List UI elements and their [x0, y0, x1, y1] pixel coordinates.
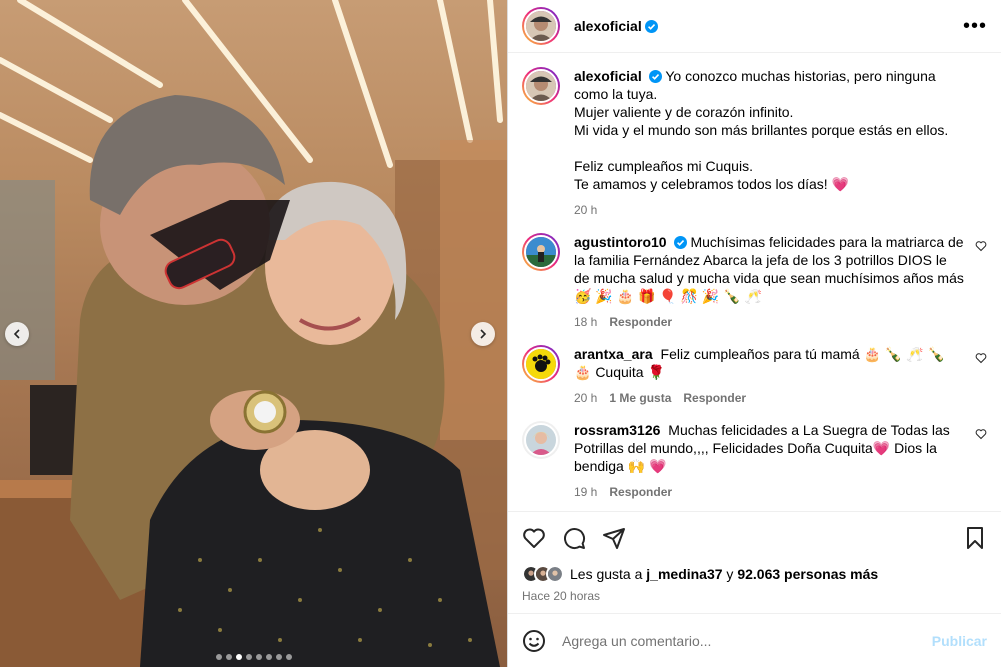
liker-avatar: [546, 565, 564, 583]
carousel-dot: [275, 654, 282, 660]
more-options-icon[interactable]: •••: [963, 15, 987, 38]
caption-avatar[interactable]: [522, 67, 560, 105]
carousel-prev-button[interactable]: [5, 322, 29, 346]
author-avatar-image: [526, 71, 556, 101]
comment-input[interactable]: Agrega un comentario...: [562, 633, 932, 649]
heart-icon[interactable]: [522, 526, 546, 550]
comment-avatar[interactable]: [522, 233, 560, 271]
caption-username[interactable]: alexoficial: [574, 68, 642, 84]
carousel-dot: [255, 654, 262, 660]
avatar[interactable]: [522, 7, 560, 45]
comment-item: agustintoro10 Muchísimas felicidades par…: [522, 233, 987, 331]
author-username[interactable]: alexoficial: [574, 18, 658, 34]
instagram-post-modal: alexoficial ••• alexoficial Yo conozco m…: [0, 0, 1001, 667]
carousel-dot: [225, 654, 232, 660]
likes-prefix: Les gusta a: [570, 566, 647, 582]
comment-icon[interactable]: [562, 526, 586, 550]
caption-time[interactable]: 20 h: [574, 201, 597, 219]
carousel-dot: [265, 654, 272, 660]
comment-username[interactable]: agustintoro10: [574, 234, 667, 250]
reply-button[interactable]: Responder: [609, 313, 672, 331]
comment-username[interactable]: rossram3126: [574, 422, 660, 438]
author-avatar-image: [526, 11, 556, 41]
comments-list[interactable]: alexoficial Yo conozco muchas historias,…: [508, 53, 1001, 511]
post-side-panel: alexoficial ••• alexoficial Yo conozco m…: [507, 0, 1001, 667]
post-timestamp[interactable]: Hace 20 horas: [508, 585, 1001, 613]
carousel-indicator: [0, 654, 507, 660]
reply-button[interactable]: Responder: [683, 389, 746, 407]
bookmark-icon[interactable]: [963, 526, 987, 550]
comment-likes[interactable]: 1 Me gusta: [609, 389, 671, 407]
comment-avatar[interactable]: [522, 421, 560, 459]
post-photo[interactable]: [0, 0, 507, 667]
photo-scene: [0, 0, 507, 667]
share-icon[interactable]: [602, 526, 626, 550]
comment-item: rossram3126 Muchas felicidades a La Sueg…: [522, 421, 987, 501]
chevron-left-icon: [13, 329, 20, 339]
reply-button[interactable]: Responder: [609, 483, 672, 501]
carousel-dot: [285, 654, 292, 660]
comment-time[interactable]: 18 h: [574, 313, 597, 331]
commenter-avatar-image: [526, 425, 556, 455]
comment-username[interactable]: arantxa_ara: [574, 346, 653, 362]
caption-line: Mujer valiente y de corazón infinito.: [574, 104, 794, 120]
verified-badge-icon: [673, 236, 687, 249]
like-comment-heart-icon[interactable]: [975, 240, 987, 252]
verified-badge-icon: [644, 20, 658, 33]
liker-username[interactable]: j_medina37: [646, 566, 722, 582]
comment-avatar[interactable]: [522, 345, 560, 383]
post-caption: alexoficial Yo conozco muchas historias,…: [522, 67, 987, 219]
chevron-right-icon: [480, 329, 487, 339]
likes-connector: y: [722, 566, 738, 582]
caption-line: Te amamos y celebramos todos los días! 💗: [574, 176, 849, 192]
carousel-dot: [215, 654, 222, 660]
caption-line: Feliz cumpleaños mi Cuquis.: [574, 158, 753, 174]
publish-button[interactable]: Publicar: [932, 633, 987, 649]
likes-count[interactable]: 92.063 personas más: [737, 566, 878, 582]
commenter-avatar-image: [526, 237, 556, 267]
like-comment-heart-icon[interactable]: [975, 428, 987, 440]
post-actions-bar: [508, 511, 1001, 563]
likes-text: Les gusta a j_medina37 y 92.063 personas…: [570, 566, 878, 582]
like-comment-heart-icon[interactable]: [975, 352, 987, 364]
post-header: alexoficial •••: [508, 0, 1001, 53]
carousel-dot: [245, 654, 252, 660]
likes-summary[interactable]: Les gusta a j_medina37 y 92.063 personas…: [508, 563, 1001, 585]
carousel-next-button[interactable]: [471, 322, 495, 346]
caption-line: Mi vida y el mundo son más brillantes po…: [574, 122, 949, 138]
add-comment-bar: Agrega un comentario... Publicar: [508, 613, 1001, 667]
comment-time[interactable]: 19 h: [574, 483, 597, 501]
emoji-icon[interactable]: [522, 629, 546, 653]
verified-badge-icon: [648, 70, 662, 83]
carousel-dot: [235, 654, 242, 660]
author-name[interactable]: alexoficial: [574, 18, 642, 34]
comment-time[interactable]: 20 h: [574, 389, 597, 407]
commenter-avatar-image: [526, 349, 556, 379]
comment-item: arantxa_ara Feliz cumpleaños para tú mam…: [522, 345, 987, 407]
